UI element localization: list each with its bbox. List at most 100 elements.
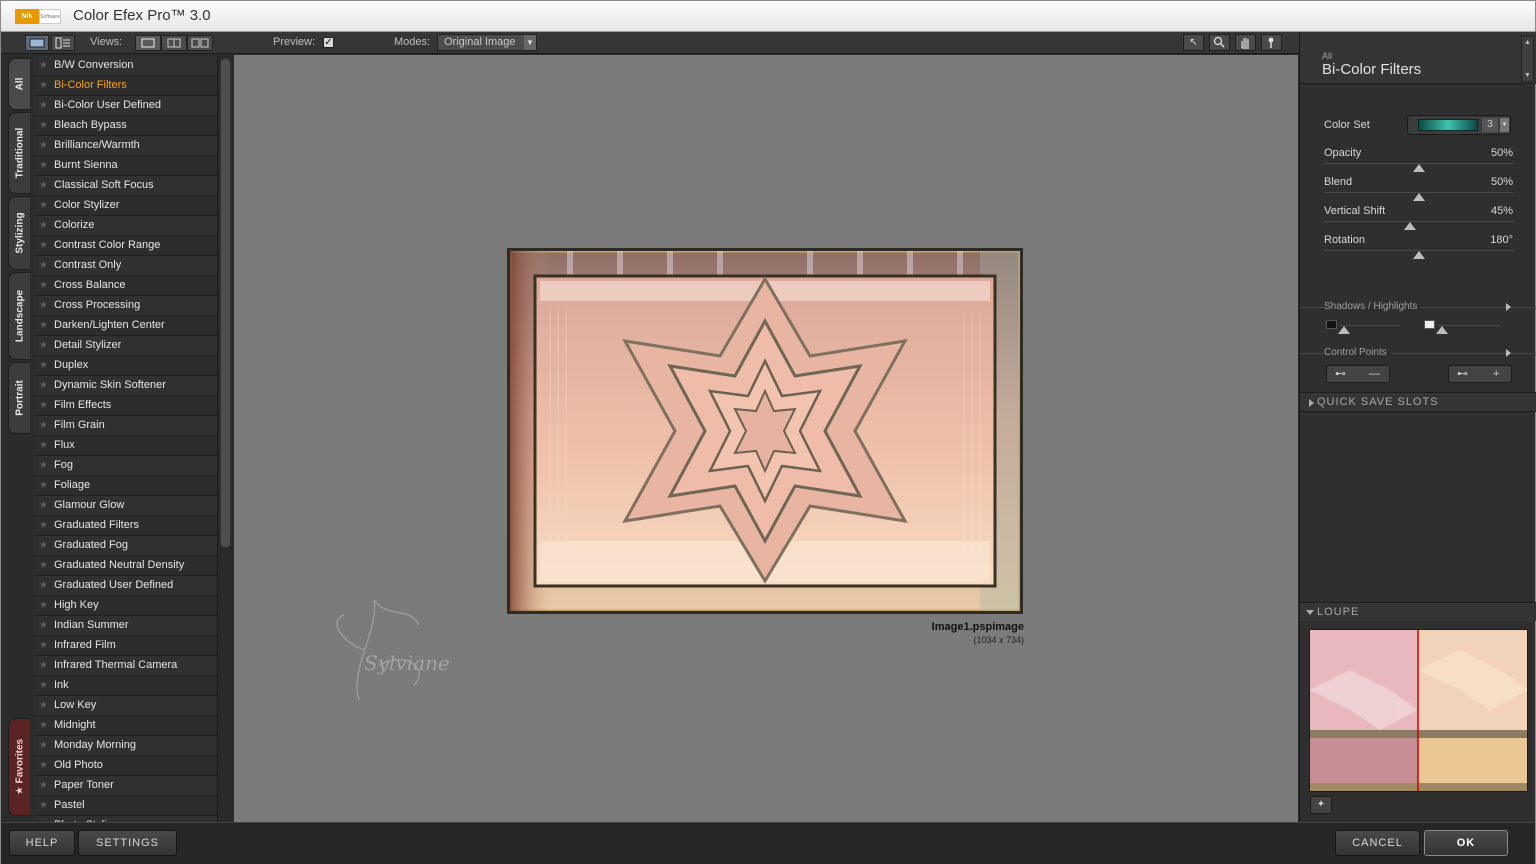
favorite-star-icon[interactable]: ★: [39, 276, 48, 295]
filter-item[interactable]: ★ Bi-Color User Defined: [33, 96, 217, 116]
filter-item[interactable]: ★ Bi-Color Filters: [33, 76, 217, 96]
expand-arrow-icon[interactable]: [1506, 349, 1511, 357]
control-point-tool-button[interactable]: [1261, 34, 1282, 51]
filter-item[interactable]: ★ Brilliance/Warmth: [33, 136, 217, 156]
filter-item[interactable]: ★ Duplex: [33, 356, 217, 376]
favorite-star-icon[interactable]: ★: [39, 796, 48, 815]
expand-arrow-icon[interactable]: [1506, 303, 1511, 311]
filter-item[interactable]: ★ Film Effects: [33, 396, 217, 416]
favorite-star-icon[interactable]: ★: [39, 316, 48, 335]
filter-item[interactable]: ★ Classical Soft Focus: [33, 176, 217, 196]
slider-thumb[interactable]: [1413, 193, 1425, 201]
favorite-star-icon[interactable]: ★: [39, 536, 48, 555]
filter-item[interactable]: ★ Paper Toner: [33, 776, 217, 796]
slider-track[interactable]: [1324, 221, 1514, 222]
filter-item[interactable]: ★ Midnight: [33, 716, 217, 736]
favorite-star-icon[interactable]: ★: [39, 56, 48, 75]
favorite-star-icon[interactable]: ★: [39, 76, 48, 95]
filter-item[interactable]: ★ Film Grain: [33, 416, 217, 436]
filter-item[interactable]: ★ B/W Conversion: [33, 56, 217, 76]
slider-thumb[interactable]: [1403, 222, 1416, 230]
favorite-star-icon[interactable]: ★: [39, 196, 48, 215]
filter-item[interactable]: ★ Color Stylizer: [33, 196, 217, 216]
chevron-down-icon[interactable]: ▼: [1500, 118, 1509, 132]
header-scrollbar[interactable]: ▲ ▼: [1521, 36, 1534, 82]
filter-item[interactable]: ★ Cross Balance: [33, 276, 217, 296]
favorite-star-icon[interactable]: ★: [39, 116, 48, 135]
thumbnail-view-button[interactable]: [25, 35, 49, 51]
filter-item[interactable]: ★ Graduated Neutral Density: [33, 556, 217, 576]
favorite-star-icon[interactable]: ★: [39, 556, 48, 575]
favorite-star-icon[interactable]: ★: [39, 736, 48, 755]
slider-thumb[interactable]: [1413, 164, 1425, 172]
help-button[interactable]: HELP: [9, 830, 75, 856]
chevron-down-icon[interactable]: ▼: [1522, 72, 1533, 79]
tab-traditional[interactable]: Traditional: [8, 112, 30, 194]
tab-landscape[interactable]: Landscape: [8, 272, 30, 360]
filter-item[interactable]: ★ Darken/Lighten Center: [33, 316, 217, 336]
favorite-star-icon[interactable]: ★: [39, 616, 48, 635]
favorite-star-icon[interactable]: ★: [39, 656, 48, 675]
filter-item[interactable]: ★ Ink: [33, 676, 217, 696]
filter-item[interactable]: ★ Flux: [33, 436, 217, 456]
favorite-star-icon[interactable]: ★: [39, 136, 48, 155]
scrollbar-thumb[interactable]: [220, 58, 231, 548]
cancel-button[interactable]: CANCEL: [1335, 830, 1420, 856]
filter-item[interactable]: ★ Infrared Thermal Camera: [33, 656, 217, 676]
favorite-star-icon[interactable]: ★: [39, 576, 48, 595]
filter-item[interactable]: ★ Detail Stylizer: [33, 336, 217, 356]
favorite-star-icon[interactable]: ★: [39, 696, 48, 715]
filter-item[interactable]: ★ Indian Summer: [33, 616, 217, 636]
favorite-star-icon[interactable]: ★: [39, 96, 48, 115]
favorite-star-icon[interactable]: ★: [39, 296, 48, 315]
filter-item[interactable]: ★ Graduated User Defined: [33, 576, 217, 596]
filter-item[interactable]: ★ Monday Morning: [33, 736, 217, 756]
favorite-star-icon[interactable]: ★: [39, 336, 48, 355]
list-view-button[interactable]: [51, 35, 75, 51]
remove-control-point-button[interactable]: ⊷ —: [1326, 365, 1390, 383]
favorite-star-icon[interactable]: ★: [39, 396, 48, 415]
favorite-star-icon[interactable]: ★: [39, 756, 48, 775]
ok-button[interactable]: OK: [1424, 830, 1508, 856]
favorite-star-icon[interactable]: ★: [39, 376, 48, 395]
filter-item[interactable]: ★ Contrast Only: [33, 256, 217, 276]
filter-item[interactable]: ★ Pastel: [33, 796, 217, 816]
favorite-star-icon[interactable]: ★: [39, 416, 48, 435]
modes-select[interactable]: Original Image ▼: [437, 34, 537, 51]
favorite-star-icon[interactable]: ★: [39, 176, 48, 195]
filter-item[interactable]: ★ Foliage: [33, 476, 217, 496]
filter-item[interactable]: ★ Graduated Filters: [33, 516, 217, 536]
favorite-star-icon[interactable]: ★: [39, 716, 48, 735]
loupe-pin-button[interactable]: ✦: [1310, 796, 1332, 814]
favorite-star-icon[interactable]: ★: [39, 636, 48, 655]
split-view-button[interactable]: [161, 35, 187, 51]
tab-all[interactable]: All: [8, 58, 30, 110]
filter-item[interactable]: ★ Burnt Sienna: [33, 156, 217, 176]
filter-item[interactable]: ★ Low Key: [33, 696, 217, 716]
favorite-star-icon[interactable]: ★: [39, 216, 48, 235]
tab-portrait[interactable]: Portrait: [8, 362, 30, 434]
single-view-button[interactable]: [135, 35, 161, 51]
filter-item[interactable]: ★ Glamour Glow: [33, 496, 217, 516]
filter-item[interactable]: ★ Dynamic Skin Softener: [33, 376, 217, 396]
slider-thumb[interactable]: [1413, 251, 1425, 259]
filter-item[interactable]: ★ Colorize: [33, 216, 217, 236]
zoom-tool-button[interactable]: [1209, 34, 1230, 51]
filter-item[interactable]: ★ High Key: [33, 596, 217, 616]
side-by-side-view-button[interactable]: [187, 35, 213, 51]
chevron-up-icon[interactable]: ▲: [1522, 39, 1533, 46]
favorite-star-icon[interactable]: ★: [39, 496, 48, 515]
pointer-tool-button[interactable]: ↖: [1183, 34, 1204, 51]
filter-item[interactable]: ★ Fog: [33, 456, 217, 476]
filter-list-scrollbar[interactable]: [217, 56, 233, 822]
tab-favorites[interactable]: ★ Favorites: [8, 718, 30, 816]
favorite-star-icon[interactable]: ★: [39, 776, 48, 795]
favorite-star-icon[interactable]: ★: [39, 676, 48, 695]
loupe-header[interactable]: LOUPE: [1300, 602, 1536, 621]
filter-item[interactable]: ★ Infrared Film: [33, 636, 217, 656]
preview-canvas[interactable]: Image1.pspimage (1034 x 734) Sylviane: [234, 55, 1298, 822]
color-set-picker[interactable]: 3 ▼: [1407, 115, 1511, 135]
hand-tool-button[interactable]: [1235, 34, 1256, 51]
favorite-star-icon[interactable]: ★: [39, 156, 48, 175]
favorite-star-icon[interactable]: ★: [39, 516, 48, 535]
